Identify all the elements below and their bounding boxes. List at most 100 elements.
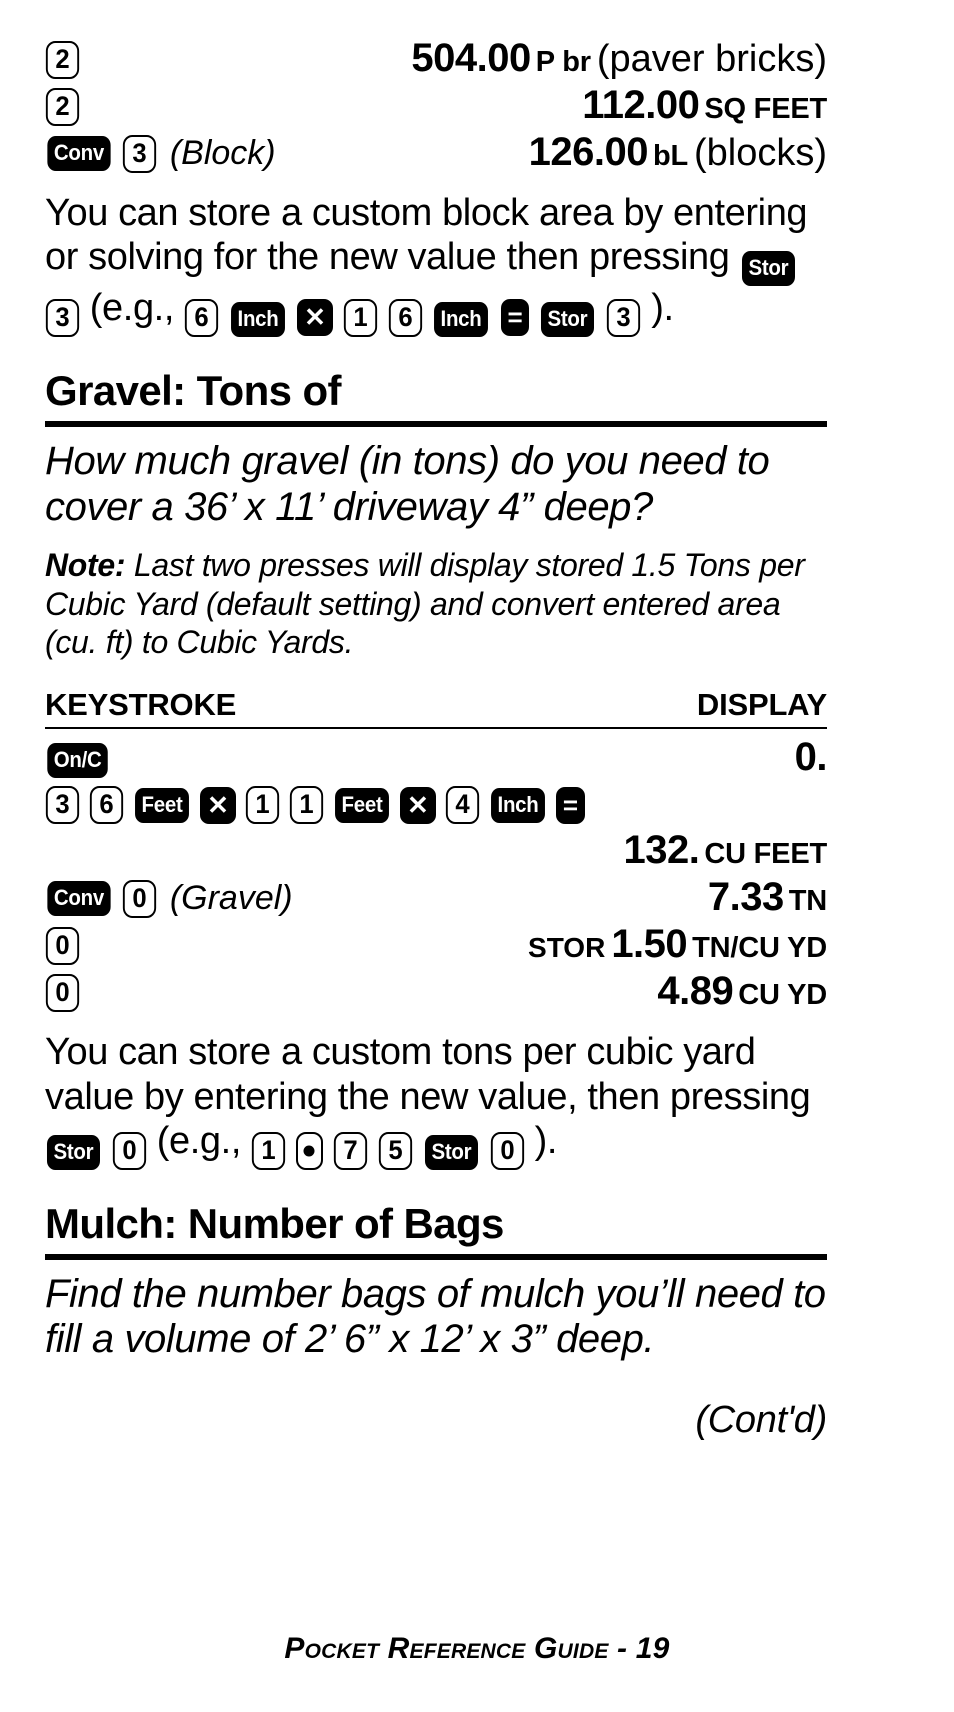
display-cell: 132. CU FEET	[45, 828, 827, 873]
display-cell: 7.33 TN	[293, 875, 827, 920]
calculator-key-3-icon: 3	[122, 134, 156, 173]
column-header-display: DISPLAY	[696, 687, 827, 723]
calculator-key-1-icon: 1	[245, 786, 280, 825]
calculator-key-1-icon: 1	[289, 786, 324, 825]
display-unit: TN/CU YD	[692, 932, 827, 965]
display-cell: 126.00 bL (blocks)	[276, 130, 827, 175]
display-prefix: STOR	[528, 932, 606, 964]
display-unit: bL	[652, 140, 688, 172]
section-heading-mulch: Mulch: Number of Bags	[45, 1199, 504, 1247]
display-unit: SQ FEET	[704, 93, 827, 125]
paragraph-text: ).	[534, 1119, 558, 1162]
keystroke-row: 0 4.89 CU YD	[45, 969, 827, 1014]
calculator-key-7-icon: 7	[334, 1131, 367, 1170]
calculator-key--icon: ✕	[297, 299, 333, 337]
mulch-question: Find the number bags of mulch you’ll nee…	[45, 1271, 826, 1362]
calculator-key-3-icon: 3	[607, 299, 641, 338]
calculator-key--icon: ✕	[200, 786, 236, 824]
keystroke-row: 2 504.00 P br (paver bricks)	[45, 36, 827, 81]
display-unit: TN	[788, 885, 827, 918]
display-cell: 504.00 P br (paver bricks)	[80, 36, 827, 81]
display-unit: P br	[535, 46, 591, 78]
calculator-key-stor-icon: Stor	[741, 251, 795, 287]
column-header-keystroke: KEYSTROKE	[45, 687, 237, 723]
calculator-key-feet-icon: Feet	[335, 787, 389, 823]
display-value: 1.50	[611, 922, 688, 967]
calculator-key-conv-icon: Conv	[47, 136, 111, 171]
calculator-key-1-icon: 1	[343, 299, 377, 338]
calculator-key--icon: .	[295, 1131, 324, 1170]
paragraph-text: You can store a custom block area by ent…	[45, 192, 808, 279]
calculator-key-3-icon: 3	[45, 786, 80, 825]
calculator-key-0-icon: 0	[45, 974, 80, 1013]
calculator-key--icon: =	[500, 299, 530, 337]
keystroke-row: On/C 0.	[45, 735, 828, 780]
display-unit-note: (paver bricks)	[596, 38, 827, 80]
section-heading-gravel: Gravel: Tons of	[45, 367, 342, 415]
calculator-key-6-icon: 6	[185, 299, 218, 338]
display-cell: 0.	[110, 735, 828, 780]
calculator-key-0-icon: 0	[112, 1131, 146, 1170]
paragraph-text: (e.g.,	[156, 1119, 252, 1162]
paragraph-text: (e.g.,	[89, 287, 185, 330]
keystroke-cell: 2	[45, 88, 80, 128]
keystroke-cell: 2	[45, 41, 80, 81]
keystroke-cell: 0	[45, 974, 80, 1014]
calculator-key--icon: ✕	[400, 786, 436, 824]
display-value: 0.	[794, 735, 828, 780]
continued-label: (Cont'd)	[695, 1398, 827, 1441]
calculator-key-4-icon: 4	[445, 786, 479, 825]
heading-rule	[45, 421, 827, 428]
display-cell: STOR 1.50 TN/CU YD	[80, 922, 827, 967]
paragraph-text: You can store a custom tons per cubic ya…	[45, 1031, 811, 1118]
calculator-key-6-icon: 6	[388, 299, 422, 338]
keystroke-cell: Conv 3 (Block)	[45, 134, 276, 175]
display-unit: CU FEET	[704, 838, 827, 871]
keystroke-cell: 0	[45, 927, 80, 967]
table-header-rule	[45, 727, 827, 730]
keystroke-row: 0 STOR 1.50 TN/CU YD	[45, 922, 827, 967]
display-value: 126.00	[528, 130, 649, 174]
display-cell: 112.00 SQ FEET	[80, 83, 827, 128]
paragraph-text: ).	[651, 287, 674, 330]
calculator-key-stor-icon: Stor	[541, 302, 595, 338]
calculator-key-stor-icon: Stor	[46, 1134, 100, 1170]
display-value: 504.00	[411, 36, 531, 80]
gravel-storage-paragraph: You can store a custom tons per cubic ya…	[45, 1030, 827, 1170]
reference-guide-page: 2 504.00 P br (paver bricks) 2 112.00 SQ FEET C…	[0, 0, 954, 1712]
display-cell: 4.89 CU YD	[80, 969, 827, 1014]
note-label: Note:	[45, 547, 126, 584]
calculator-key-0-icon: 0	[122, 879, 156, 918]
gravel-question: How much gravel (in tons) do you need to…	[45, 439, 770, 529]
note-text: Last two presses will display stored 1.5…	[45, 547, 805, 661]
calculator-key-6-icon: 6	[89, 786, 124, 825]
keystroke-row: Conv 3 (Block) 126.00 bL (blocks)	[45, 130, 827, 175]
calculator-key-stor-icon: Stor	[424, 1134, 478, 1170]
keystroke-annotation: (Block)	[169, 134, 276, 172]
gravel-note: Note: Last two presses will display stor…	[45, 546, 827, 661]
display-value: 112.00	[582, 83, 700, 127]
gravel-keystroke-table: On/C 0. 3 6 Feet ✕ 1 1 Feet ✕ 4 Inch = 132. CU FEET Con…	[45, 735, 828, 1014]
calculator-key-0-icon: 0	[45, 927, 80, 966]
top-keystroke-table: 2 504.00 P br (paver bricks) 2 112.00 SQ FEET C…	[45, 36, 827, 175]
calculator-key-inch-icon: Inch	[490, 787, 545, 823]
calculator-key-1-icon: 1	[252, 1131, 285, 1170]
keystroke-row: 132. CU FEET	[45, 828, 827, 873]
keystroke-row: 3 6 Feet ✕ 1 1 Feet ✕ 4 Inch =	[45, 782, 827, 826]
calculator-key-5-icon: 5	[378, 1131, 412, 1170]
display-value: 4.89	[657, 969, 734, 1014]
calculator-key-inch-icon: Inch	[230, 302, 285, 338]
keystroke-cell: Conv 0 (Gravel)	[45, 879, 293, 920]
display-unit: CU YD	[738, 979, 827, 1012]
display-value: 7.33	[707, 875, 784, 920]
calculator-key-2-icon: 2	[45, 88, 80, 126]
calculator-key-0-icon: 0	[490, 1131, 524, 1170]
keystroke-row: 2 112.00 SQ FEET	[45, 83, 827, 128]
page-footer: Pocket Reference Guide - 19	[284, 1632, 670, 1665]
calculator-key-inch-icon: Inch	[434, 302, 489, 338]
keystroke-annotation: (Gravel)	[169, 879, 293, 918]
table-header: KEYSTROKE DISPLAY	[45, 687, 827, 723]
calculator-key-2-icon: 2	[45, 41, 80, 79]
heading-rule-mulch	[45, 1253, 827, 1260]
display-value: 132.	[623, 828, 700, 873]
